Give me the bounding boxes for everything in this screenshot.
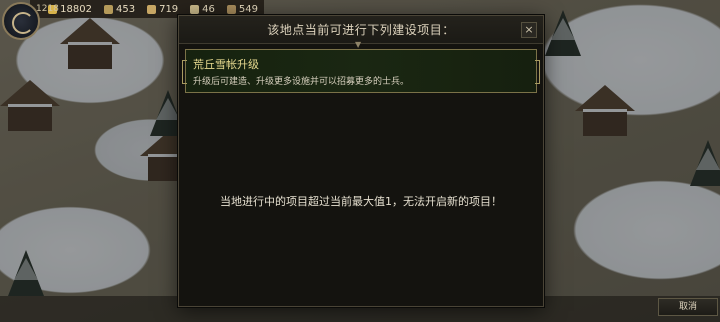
resource-food-value: 719 xyxy=(159,3,179,15)
project-title: 荒丘雪帐升级 xyxy=(193,58,259,71)
influence-icon xyxy=(190,4,200,14)
dialog-title: 该地点当前可进行下列建设项目： xyxy=(267,23,455,37)
resource-supplies-value: 549 xyxy=(238,3,258,15)
resource-gold-value: 18802 xyxy=(60,3,92,15)
resource-food: 719 xyxy=(147,4,178,15)
project-description: 升级后可建造、升级更多设施并可以招募更多的士兵。 xyxy=(193,77,410,87)
supplies-icon xyxy=(226,4,236,14)
project-item-upgrade[interactable]: 荒丘雪帐升级 升级后可建造、升级更多设施并可以招募更多的士兵。 xyxy=(182,49,540,93)
resource-money-value: 453 xyxy=(115,3,136,15)
money-bag-icon xyxy=(103,4,113,14)
close-button[interactable]: × xyxy=(521,22,537,38)
food-icon xyxy=(147,4,157,14)
resource-influence: 46 xyxy=(190,4,215,15)
construction-dialog: 该地点当前可进行下列建设项目： × ▼ 荒丘雪帐升级 升级后可建造、升级更多设施… xyxy=(178,15,544,307)
year-label: 1218 xyxy=(36,4,59,14)
player-avatar[interactable] xyxy=(2,2,40,40)
resource-supplies: 549 xyxy=(226,3,258,15)
limit-message: 当地进行中的项目超过当前最大值1，无法开启新的项目！ xyxy=(220,195,502,208)
resource-money: 453 xyxy=(103,3,136,15)
resource-influence-value: 46 xyxy=(202,3,215,15)
chevron-down-icon: ▼ xyxy=(355,40,362,49)
cancel-button[interactable]: 取消 xyxy=(658,298,718,316)
